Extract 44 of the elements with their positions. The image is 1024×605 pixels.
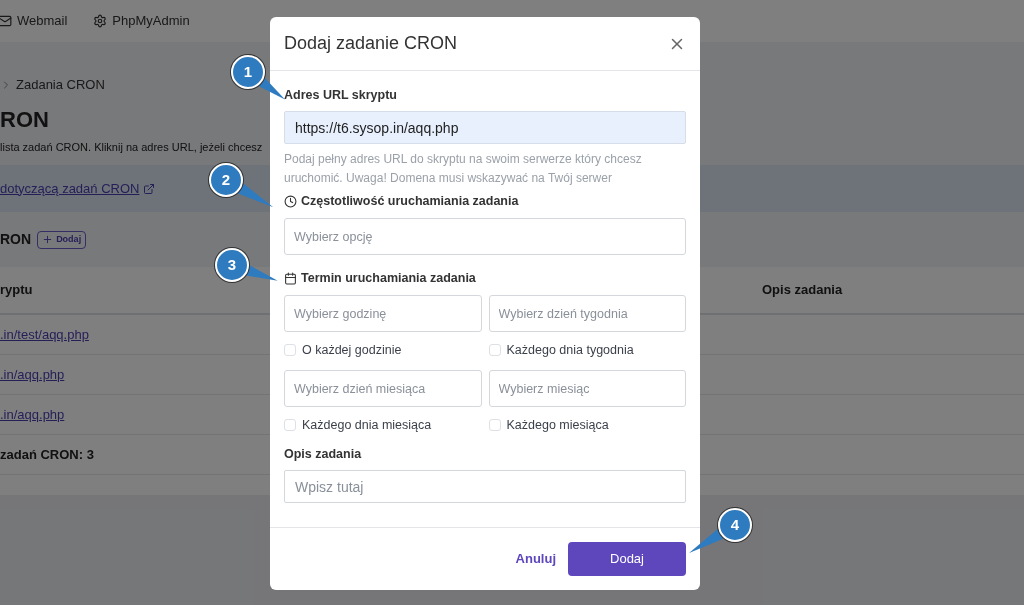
column-header: ryptu: [0, 281, 34, 300]
page-heading: RON: [0, 107, 49, 133]
checkbox-label: O każdej godzinie: [302, 341, 402, 359]
info-link[interactable]: dotyczącą zadań CRON: [0, 178, 156, 199]
schedule-select[interactable]: Wybierz miesiąc: [488, 370, 686, 407]
submit-button[interactable]: Dodaj: [568, 542, 686, 576]
field-label: Termin uruchamiania zadania: [301, 270, 476, 286]
field-label: Opis zadania: [284, 446, 363, 462]
clock-icon: [284, 194, 297, 208]
column-header: Opis zadania: [762, 281, 843, 300]
url-field[interactable]: https://t6.sysop.in/aqq.php: [284, 111, 686, 144]
nav-link[interactable]: PhpMyAdmin: [93, 11, 190, 31]
checkbox[interactable]: [284, 344, 296, 356]
schedule-select[interactable]: Wybierz godzinę: [284, 295, 482, 332]
description-field[interactable]: Wpisz tutaj: [284, 470, 686, 503]
checkbox-label: Każdego dnia miesiąca: [302, 416, 432, 434]
checkbox[interactable]: [488, 344, 501, 356]
page-description: lista zadań CRON. Kliknij na adres URL, jeżeli chcesz: [0, 140, 263, 155]
url-hint: Podaj pełny adres URL do skryptu na swoim serwerze który chcesz uruchomić. Uwaga! Domena musi wskazywać na Twój serwer: [284, 151, 643, 187]
mail-icon: [0, 14, 12, 28]
field-label: Częstotliwość uruchamiania zadania: [301, 193, 519, 209]
schedule-select[interactable]: Wybierz dzień miesiąca: [284, 370, 482, 407]
cancel-button[interactable]: Anuluj: [514, 549, 557, 569]
script-link[interactable]: .in/test/aqq.php: [0, 324, 89, 345]
plus-icon: [42, 234, 54, 245]
checkbox-label: Każdego dnia tygodnia: [506, 341, 634, 359]
calendar-icon: [284, 271, 297, 285]
checkbox[interactable]: [488, 419, 501, 431]
dialog-title: Dodaj zadanie CRON: [284, 32, 458, 55]
task-count: zadań CRON: 3: [0, 445, 94, 464]
breadcrumb: Zadania CRON: [16, 76, 105, 95]
script-link[interactable]: .in/aqq.php: [0, 364, 65, 385]
callout-badge: 4: [718, 508, 752, 542]
nav-link[interactable]: Webmail: [0, 11, 68, 31]
settings-icon: [93, 14, 108, 28]
script-link[interactable]: .in/aqq.php: [0, 404, 65, 425]
checkbox[interactable]: [284, 419, 296, 431]
external-link-icon: [143, 182, 156, 195]
checkbox-label: Każdego miesiąca: [506, 416, 609, 434]
field-label: Adres URL skryptu: [284, 87, 398, 103]
schedule-select[interactable]: Wybierz dzień tygodnia: [488, 295, 686, 332]
add-button[interactable]: Dodaj: [37, 230, 87, 249]
frequency-select[interactable]: Wybierz opcję: [284, 218, 686, 255]
section-title: RON: [0, 230, 32, 249]
